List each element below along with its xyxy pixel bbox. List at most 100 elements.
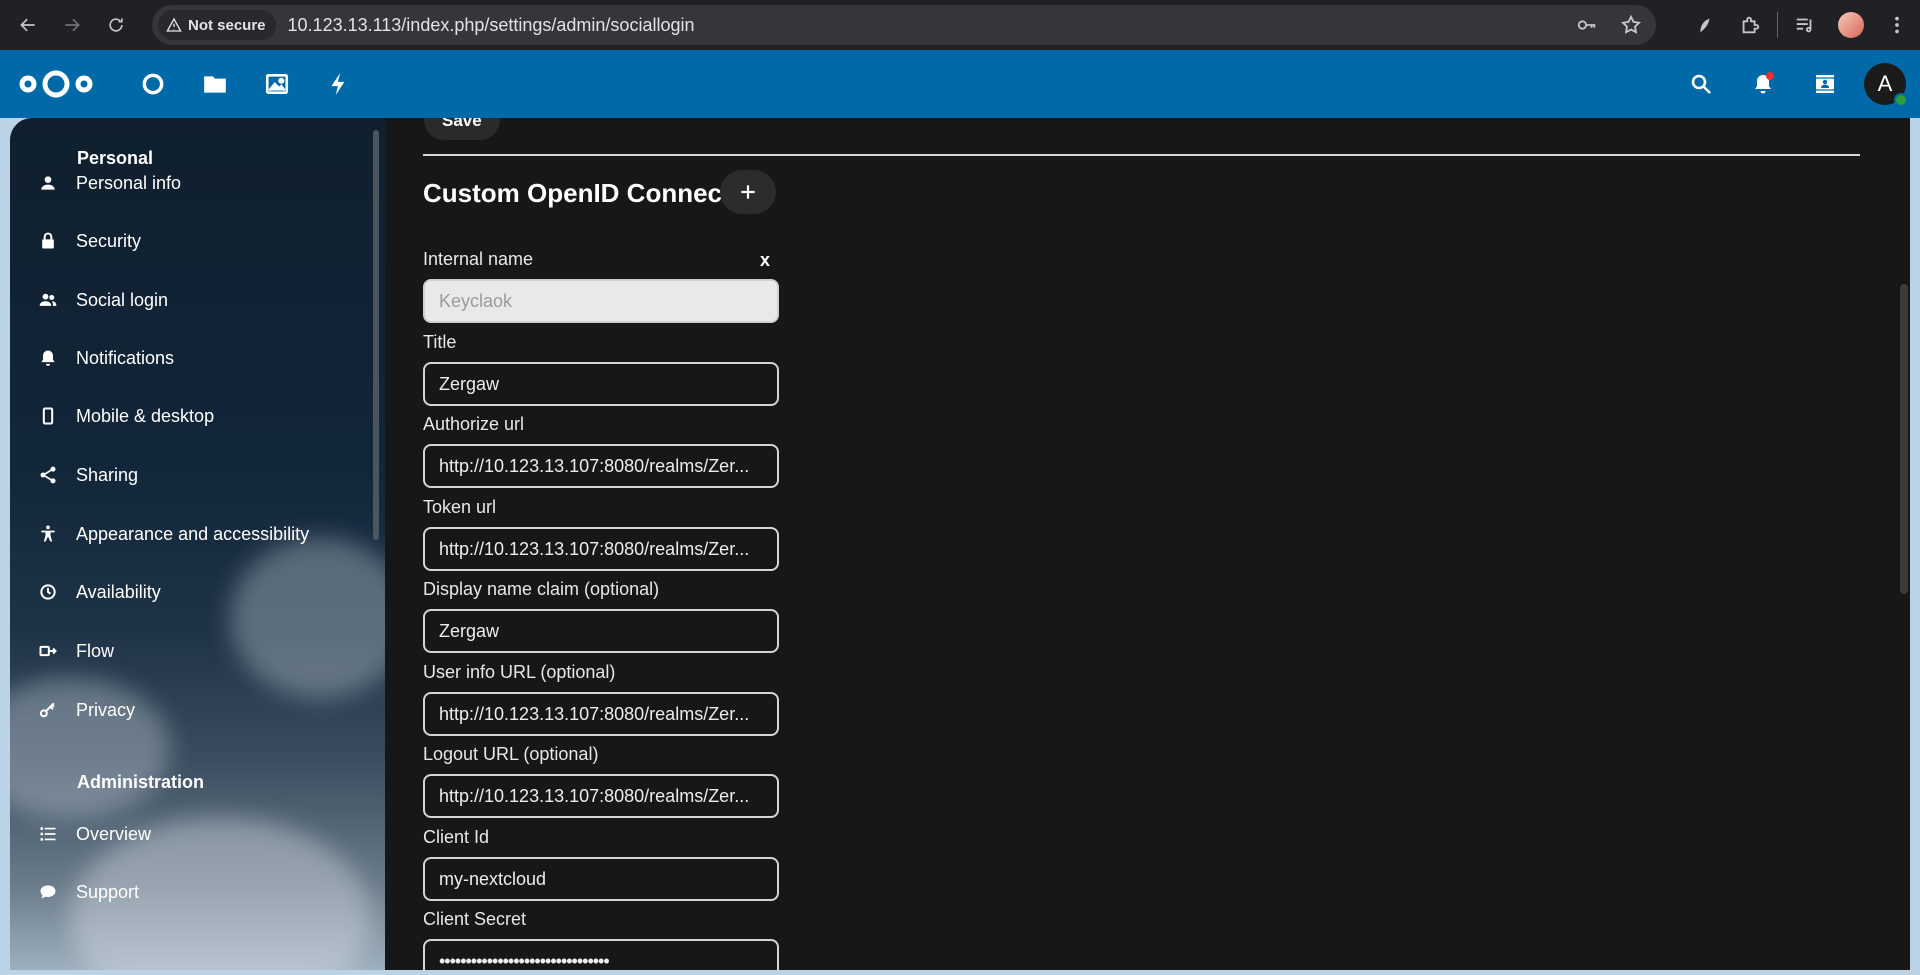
client-secret-input[interactable]: •••••••••••••••••••••••••••••••• — [423, 939, 779, 970]
media-button[interactable] — [1782, 0, 1828, 50]
sidebar-item-availability[interactable]: Availability — [20, 570, 365, 614]
sidebar-item-label: Notifications — [76, 347, 175, 368]
accessibility-icon — [20, 524, 68, 544]
sidebar-item-mobile-desktop[interactable]: Mobile & desktop — [20, 394, 365, 438]
image-icon — [265, 74, 289, 94]
authorize-url-label: Authorize url — [423, 414, 525, 434]
activity-app[interactable] — [308, 50, 370, 118]
logout-url-label: Logout URL (optional) — [423, 744, 599, 764]
security-chip[interactable]: Not secure — [158, 10, 276, 40]
share-icon — [20, 465, 68, 485]
title-label: Title — [423, 332, 457, 352]
sidebar-item-label: Sharing — [76, 464, 139, 485]
sidebar-item-label: Personal info — [76, 172, 182, 193]
reload-button[interactable] — [94, 5, 138, 45]
client-id-input[interactable]: my-nextcloud — [423, 857, 779, 901]
sidebar-item-label: Flow — [76, 640, 115, 661]
notifications-button[interactable] — [1732, 50, 1794, 118]
search-button[interactable] — [1670, 50, 1732, 118]
forward-button[interactable] — [50, 5, 94, 45]
password-key-icon[interactable] — [1576, 14, 1598, 36]
title-input[interactable]: Zergaw — [423, 362, 779, 406]
bell-icon — [20, 348, 68, 368]
reload-icon — [109, 18, 123, 32]
sidebar-item-label: Social login — [76, 289, 169, 310]
sidebar-item-privacy[interactable]: Privacy — [20, 688, 365, 732]
sidebar-item-label: Appearance and accessibility — [76, 523, 310, 544]
security-label: Not secure — [188, 16, 266, 34]
sidebar-item-label: Overview — [76, 823, 152, 844]
sidebar-item-label: Security — [76, 230, 142, 251]
sidebar-item-support[interactable]: Support — [20, 870, 365, 914]
online-status-badge — [1894, 93, 1908, 107]
bookmark-star-icon[interactable] — [1620, 14, 1642, 36]
nextcloud-header: A — [0, 50, 1920, 118]
chat-icon — [20, 882, 68, 902]
client-id-label: Client Id — [423, 827, 490, 847]
dashboard-app[interactable] — [122, 50, 184, 118]
search-icon — [1691, 74, 1711, 94]
client-secret-label: Client Secret — [423, 909, 527, 929]
sidebar-item-sharing[interactable]: Sharing — [20, 453, 365, 497]
internal-name-label: Internal name — [423, 249, 534, 269]
token-url-input[interactable]: http://10.123.13.107:8080/realms/Zer... — [423, 527, 779, 571]
plus-icon — [741, 185, 755, 199]
flow-icon — [20, 641, 68, 661]
user-menu-avatar[interactable]: A — [1864, 63, 1908, 107]
sidebar-item-social-login[interactable]: Social login — [20, 278, 365, 322]
content-scrollbar[interactable] — [1900, 284, 1908, 594]
sidebar-item-appearance[interactable]: Appearance and accessibility — [20, 512, 365, 556]
arrow-right-icon — [65, 18, 80, 32]
dashboard-icon — [142, 73, 164, 95]
profile-avatar — [1838, 12, 1864, 38]
puzzle-icon — [1742, 16, 1760, 34]
address-bar[interactable]: Not secure 10.123.13.113/index.php/setti… — [152, 5, 1656, 45]
browser-toolbar: Not secure 10.123.13.113/index.php/setti… — [0, 0, 1920, 50]
list-icon — [20, 824, 68, 844]
section-title-administration: Administration — [77, 772, 205, 792]
notification-indicator — [1766, 72, 1774, 80]
phone-icon — [20, 406, 68, 426]
url-text[interactable]: 10.123.13.113/index.php/settings/admin/s… — [288, 15, 695, 36]
media-queue-icon — [1796, 18, 1812, 33]
arrow-left-icon — [20, 18, 35, 32]
sidebar-item-personal-info[interactable]: Personal info — [20, 161, 365, 205]
users-icon — [20, 290, 68, 310]
avatar-initial: A — [1877, 71, 1893, 96]
background-cloud — [230, 538, 385, 698]
files-app[interactable] — [184, 50, 246, 118]
sidebar-item-label: Mobile & desktop — [76, 405, 215, 426]
sidebar-scrollbar[interactable] — [373, 130, 379, 540]
sidebar-item-label: Support — [76, 881, 140, 902]
contacts-button[interactable] — [1794, 50, 1856, 118]
profile-button[interactable] — [1828, 0, 1874, 50]
extension-button[interactable] — [1681, 0, 1727, 50]
token-url-label: Token url — [423, 497, 497, 517]
user-info-url-input[interactable]: http://10.123.13.107:8080/realms/Zer... — [423, 692, 779, 736]
back-button[interactable] — [6, 5, 50, 45]
toolbar-divider — [1777, 12, 1778, 38]
social-login-settings: Save Custom OpenID Connect Internal name… — [385, 118, 1910, 970]
section-heading: Custom OpenID Connect — [423, 178, 731, 208]
browser-menu-button[interactable] — [1874, 0, 1920, 50]
logout-url-input[interactable]: http://10.123.13.107:8080/realms/Zer... — [423, 774, 779, 818]
nextcloud-logo-icon[interactable] — [18, 66, 94, 102]
folder-icon — [204, 76, 226, 93]
sidebar-item-overview[interactable]: Overview — [20, 812, 365, 856]
save-button[interactable]: Save — [424, 118, 500, 140]
sidebar-item-notifications[interactable]: Notifications — [20, 336, 365, 380]
photos-app[interactable] — [246, 50, 308, 118]
lock-icon — [20, 231, 68, 251]
remove-provider-button[interactable]: x — [760, 250, 770, 271]
authorize-url-input[interactable]: http://10.123.13.107:8080/realms/Zer... — [423, 444, 779, 488]
internal-name-input[interactable]: Keyclaok — [423, 279, 779, 323]
sidebar-item-security[interactable]: Security — [20, 219, 365, 263]
warning-icon — [166, 17, 182, 32]
contacts-icon — [1816, 75, 1834, 93]
extensions-button[interactable] — [1727, 0, 1773, 50]
add-provider-button[interactable] — [720, 170, 776, 214]
lightning-icon — [331, 73, 345, 95]
display-name-claim-input[interactable]: Zergaw — [423, 609, 779, 653]
display-name-claim-label: Display name claim (optional) — [423, 579, 660, 599]
sidebar-item-flow[interactable]: Flow — [20, 629, 365, 673]
